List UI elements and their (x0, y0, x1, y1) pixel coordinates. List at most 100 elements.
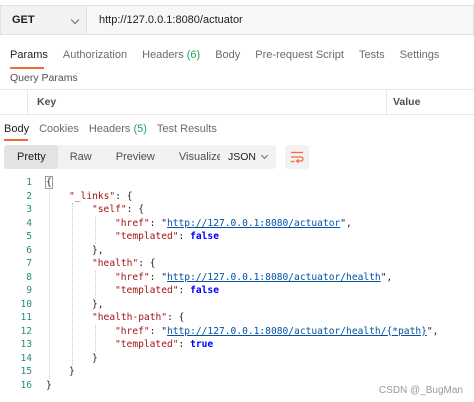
response-tab-headers[interactable]: Headers (5) (89, 123, 147, 135)
code-line: 15} (0, 365, 474, 379)
query-params-title: Query Params (10, 72, 78, 84)
line-number: 10 (20, 298, 32, 310)
response-tab-test-results[interactable]: Test Results (157, 123, 217, 135)
indent-guide (49, 189, 50, 379)
json-key: "templated" (115, 339, 179, 350)
code-text: "href": "http://127.0.0.1:8080/actuator/… (115, 325, 438, 339)
json-key: "templated" (115, 285, 179, 296)
method-select[interactable]: GET (0, 5, 86, 35)
json-punctuation: ", (340, 217, 352, 229)
line-number: 5 (26, 231, 32, 242)
tab-params[interactable]: Params (10, 49, 48, 61)
json-punctuation: ", (426, 325, 439, 337)
json-key: "self" (92, 204, 127, 215)
wrap-lines-button[interactable] (285, 145, 309, 169)
json-boolean: false (190, 285, 219, 296)
code-text: }, (92, 244, 104, 258)
json-punctuation: : " (149, 217, 167, 229)
pretty-button[interactable]: Pretty (4, 145, 58, 169)
chevron-down-icon (70, 15, 80, 25)
key-column-header: Key (28, 90, 387, 114)
response-tab-cookies[interactable]: Cookies (39, 123, 79, 135)
code-text: "_links": { (69, 190, 133, 204)
json-link[interactable]: http://127.0.0.1:8080/actuator (167, 218, 340, 229)
json-punctuation: : " (149, 325, 167, 337)
json-punctuation: : (178, 285, 191, 296)
line-number: 12 (20, 325, 32, 337)
json-punctuation: : (178, 231, 191, 242)
query-params-table: Key Value (0, 89, 474, 115)
code-text: "templated": false (115, 230, 219, 244)
line-number: 3 (26, 204, 32, 215)
indent-guide (72, 203, 73, 365)
json-key: "href" (115, 271, 150, 283)
code-text: "health": { (92, 257, 156, 271)
url-input[interactable]: http://127.0.0.1:8080/actuator (86, 5, 474, 35)
code-text: }, (92, 298, 104, 312)
indent-guide (95, 324, 96, 352)
json-punctuation: : { (167, 312, 185, 323)
json-punctuation: : " (149, 271, 167, 283)
headers-count: (6) (186, 49, 201, 61)
code-text: } (92, 352, 98, 366)
json-key: "href" (115, 325, 150, 337)
code-line: 2 "_links": { (0, 190, 474, 204)
code-text: "href": "http://127.0.0.1:8080/actuator/… (115, 271, 392, 285)
line-number: 8 (26, 271, 32, 283)
tab-pre-request-script[interactable]: Pre-request Script (255, 49, 344, 61)
select-column (0, 90, 28, 114)
response-tabs: Body Cookies Headers (5) Test Results (0, 119, 227, 139)
json-key: "health-path" (92, 312, 168, 323)
line-number: 7 (26, 258, 32, 269)
json-punctuation: } (92, 352, 98, 364)
watermark: CSDN @_BugMan (378, 385, 463, 396)
indent-guide (95, 216, 96, 244)
line-number: 4 (26, 217, 32, 229)
tab-tests[interactable]: Tests (359, 49, 385, 61)
language-select[interactable]: JSON (220, 145, 276, 169)
code-text: { (45, 176, 53, 190)
json-punctuation: { (45, 176, 53, 189)
indent-guide (95, 270, 96, 298)
line-number: 14 (20, 352, 32, 364)
value-column-header: Value (393, 96, 421, 108)
tab-headers[interactable]: Headers (6) (142, 49, 200, 61)
response-body-viewer[interactable]: 1{2 "_links": {3 "self": {4 "href": "http:/… (0, 176, 474, 392)
request-tabs: Params Authorization Headers (6) Body Pr… (0, 44, 454, 66)
json-punctuation: } (46, 379, 52, 391)
url-text: http://127.0.0.1:8080/actuator (99, 14, 243, 26)
json-punctuation: : (178, 339, 191, 350)
line-number: 2 (26, 190, 32, 202)
line-number: 9 (26, 285, 32, 296)
code-text: "health-path": { (92, 311, 184, 325)
code-text: "templated": true (115, 338, 213, 352)
tab-body[interactable]: Body (215, 49, 240, 61)
json-punctuation: : { (138, 258, 156, 269)
json-boolean: true (190, 339, 214, 350)
raw-button[interactable]: Raw (58, 145, 104, 169)
response-tab-body[interactable]: Body (4, 123, 29, 135)
json-punctuation: } (69, 366, 75, 377)
json-punctuation: : { (126, 204, 144, 215)
json-link[interactable]: http://127.0.0.1:8080/actuator/health/{*… (167, 326, 427, 337)
language-label: JSON (228, 151, 257, 163)
line-number: 16 (20, 379, 32, 391)
json-key: "templated" (115, 231, 179, 242)
active-tab-indicator (10, 67, 44, 69)
json-punctuation: }, (92, 244, 104, 256)
json-link[interactable]: http://127.0.0.1:8080/actuator/health (167, 272, 381, 283)
code-text: "self": { (92, 203, 144, 217)
request-bar: GET http://127.0.0.1:8080/actuator (0, 5, 474, 35)
code-text: } (46, 379, 52, 393)
code-line: 1{ (0, 176, 474, 190)
chevron-down-icon (260, 151, 269, 160)
line-number: 1 (26, 177, 32, 188)
tab-authorization[interactable]: Authorization (63, 49, 127, 61)
response-headers-count: (5) (133, 123, 147, 135)
json-punctuation: : { (115, 190, 133, 202)
code-text: "href": "http://127.0.0.1:8080/actuator"… (115, 217, 352, 231)
line-number: 11 (20, 312, 32, 323)
preview-button[interactable]: Preview (104, 145, 167, 169)
tab-settings[interactable]: Settings (400, 49, 440, 61)
line-number: 6 (26, 244, 32, 256)
